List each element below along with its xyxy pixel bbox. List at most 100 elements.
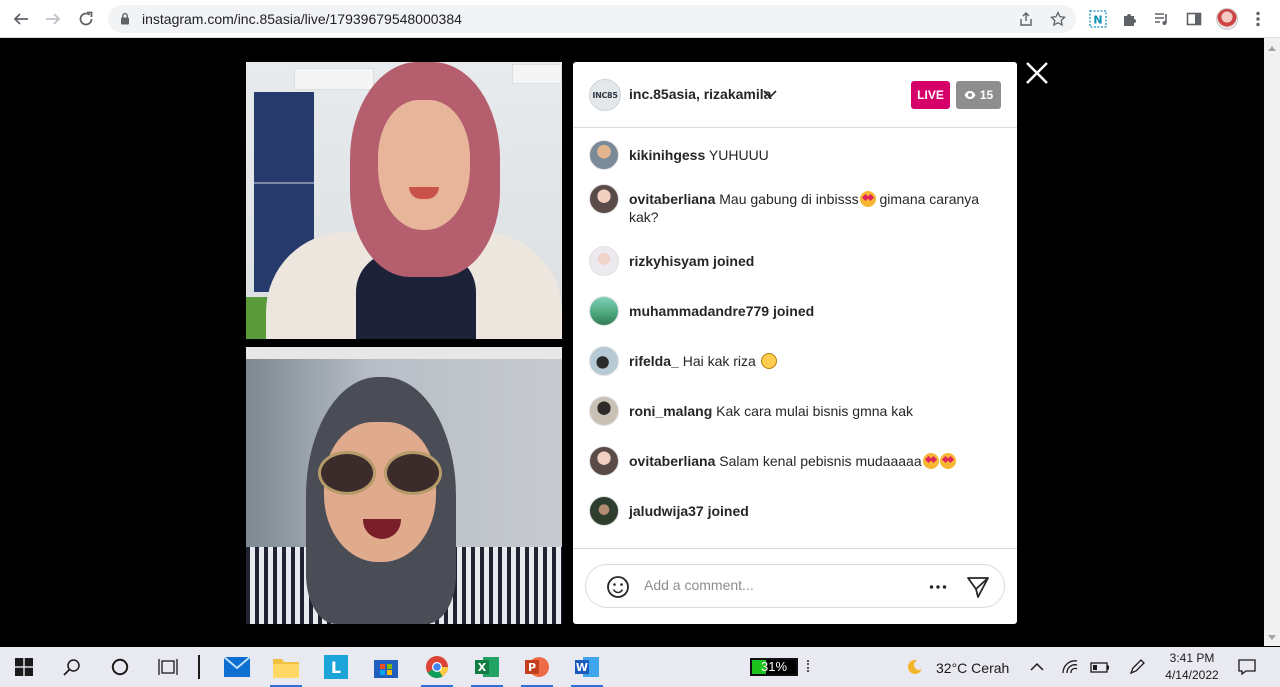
page-scrollbar[interactable]	[1264, 38, 1280, 646]
svg-text:L: L	[331, 658, 341, 677]
sunglasses-left	[318, 451, 376, 495]
svg-text:P: P	[528, 661, 536, 674]
live-header: INC85 inc.85asia, rizakamila LIVE 15	[573, 62, 1017, 128]
svg-text:X: X	[478, 661, 487, 674]
windows-start-icon[interactable]	[0, 647, 48, 687]
commenter-avatar[interactable]	[589, 184, 619, 214]
profile-avatar[interactable]	[1216, 8, 1238, 30]
more-options-icon[interactable]	[926, 575, 950, 599]
send-icon[interactable]	[966, 575, 990, 599]
comment-username[interactable]: jaludwija37 joined	[629, 503, 749, 519]
comment-username[interactable]: roni_malang	[629, 403, 712, 419]
comment-input[interactable]	[644, 577, 914, 593]
mail-icon[interactable]	[213, 647, 261, 687]
host-names[interactable]: inc.85asia, rizakamila	[629, 86, 771, 102]
comment-box	[585, 564, 1005, 608]
commenter-avatar[interactable]	[589, 246, 619, 276]
store-icon[interactable]	[362, 647, 410, 687]
taskbar-divider	[198, 655, 200, 679]
comment-item: rifelda_ Hai kak riza	[589, 346, 1001, 376]
comment-username[interactable]: rizkyhisyam joined	[629, 253, 754, 269]
air-conditioner	[294, 68, 374, 90]
share-icon[interactable]	[1016, 9, 1036, 29]
back-icon[interactable]	[8, 6, 34, 32]
forward-icon[interactable]	[40, 6, 66, 32]
commenter-avatar[interactable]	[589, 296, 619, 326]
cortana-icon[interactable]	[96, 647, 144, 687]
battery-percent: 31%	[760, 659, 788, 674]
pen-icon[interactable]	[1113, 647, 1161, 687]
weather-text[interactable]: 32°C Cerah	[936, 660, 1009, 676]
weather-sun-icon[interactable]	[892, 647, 940, 687]
face	[378, 100, 470, 230]
commenter-avatar[interactable]	[589, 396, 619, 426]
comment-composer	[573, 548, 1017, 624]
word-icon[interactable]: W	[563, 647, 611, 687]
comment-item: kikinihgess YUHUUU	[589, 140, 1001, 170]
file-explorer-icon[interactable]	[262, 647, 310, 687]
media-queue-icon[interactable]	[1151, 8, 1173, 30]
url-text[interactable]: instagram.com/inc.85asia/live/1793967954…	[142, 11, 462, 27]
comment-text: kikinihgess YUHUUU	[629, 147, 769, 163]
star-eyes-emoji-icon	[922, 453, 939, 469]
chrome-icon[interactable]	[413, 647, 461, 687]
search-icon[interactable]	[48, 647, 96, 687]
comment-item: ovitaberliana Mau gabung di inbisss gima…	[589, 184, 1001, 226]
commenter-avatar[interactable]	[589, 346, 619, 376]
clock-date: 4/14/2022	[1165, 668, 1219, 682]
comment-item: muhammadandre779 joined	[589, 296, 1001, 326]
comment-username[interactable]: rifelda_	[629, 353, 679, 369]
comment-text: muhammadandre779 joined	[629, 296, 1001, 320]
powerpoint-icon[interactable]: P	[513, 647, 561, 687]
sunglasses-right	[384, 451, 442, 495]
comment-list: kikinihgess YUHUUU ovitaberliana Mau gab…	[573, 128, 1017, 548]
host-video-top	[246, 62, 562, 339]
system-clock[interactable]: 3:41 PM 4/14/2022	[1156, 650, 1228, 684]
comment-text: ovitaberliana Mau gabung di inbisss gima…	[629, 191, 980, 225]
notifications-icon[interactable]	[1223, 647, 1271, 687]
scroll-down-icon[interactable]	[1268, 635, 1276, 640]
comment-username[interactable]: muhammadandre779 joined	[629, 303, 814, 319]
close-icon[interactable]	[1022, 58, 1052, 88]
comment-username[interactable]: ovitaberliana	[629, 453, 715, 469]
extensions-puzzle-icon[interactable]	[1119, 8, 1141, 30]
bookmark-star-icon[interactable]	[1048, 9, 1068, 29]
comment-text: rifelda_ Hai kak riza	[629, 346, 1001, 370]
emoji-picker-icon[interactable]	[606, 575, 630, 599]
comment-username[interactable]: ovitaberliana	[629, 191, 715, 207]
chevron-down-icon[interactable]	[763, 87, 777, 101]
scroll-up-icon[interactable]	[1268, 46, 1276, 51]
reload-icon[interactable]	[73, 6, 99, 32]
clock-time: 3:41 PM	[1169, 651, 1215, 665]
comment-username[interactable]: kikinihgess	[629, 147, 705, 163]
extension-n-icon[interactable]: N	[1087, 8, 1109, 30]
comment-text: ovitaberliana Salam kenal pebisnis mudaa…	[629, 446, 1001, 470]
smile-emoji-icon	[760, 353, 777, 369]
commenter-avatar[interactable]	[589, 446, 619, 476]
task-view-icon[interactable]	[144, 647, 192, 687]
comment-text: rizkyhisyam joined	[629, 246, 1001, 270]
host-avatar[interactable]: INC85	[589, 79, 621, 111]
menu-kebab-icon[interactable]	[1247, 8, 1269, 30]
viewer-count: 15	[979, 88, 994, 102]
comment-item: rizkyhisyam joined	[589, 246, 1001, 276]
comment-item: roni_malang Kak cara mulai bisnis gmna k…	[589, 396, 1001, 426]
live-badge: LIVE	[911, 81, 950, 109]
commenter-avatar[interactable]	[589, 496, 619, 526]
ceiling	[246, 347, 562, 359]
address-bar[interactable]: instagram.com/inc.85asia/live/1793967954…	[108, 5, 1076, 33]
launcher-l-icon[interactable]: L	[312, 647, 360, 687]
lock-icon	[121, 12, 129, 25]
side-panel-icon[interactable]	[1183, 8, 1205, 30]
excel-icon[interactable]: X	[463, 647, 511, 687]
commenter-avatar[interactable]	[589, 140, 619, 170]
star-eyes-emoji-icon	[939, 453, 956, 469]
svg-text:W: W	[576, 661, 588, 674]
comment-text: roni_malang Kak cara mulai bisnis gmna k…	[629, 403, 914, 419]
browser-toolbar: instagram.com/inc.85asia/live/1793967954…	[0, 0, 1280, 38]
comment-item: jaludwija37 joined	[589, 496, 1001, 526]
comment-item: ovitaberliana Salam kenal pebisnis mudaa…	[589, 446, 1001, 476]
battery-meter[interactable]: 31%	[750, 658, 798, 676]
locker-line	[254, 182, 314, 184]
star-eyes-emoji-icon	[859, 191, 876, 207]
